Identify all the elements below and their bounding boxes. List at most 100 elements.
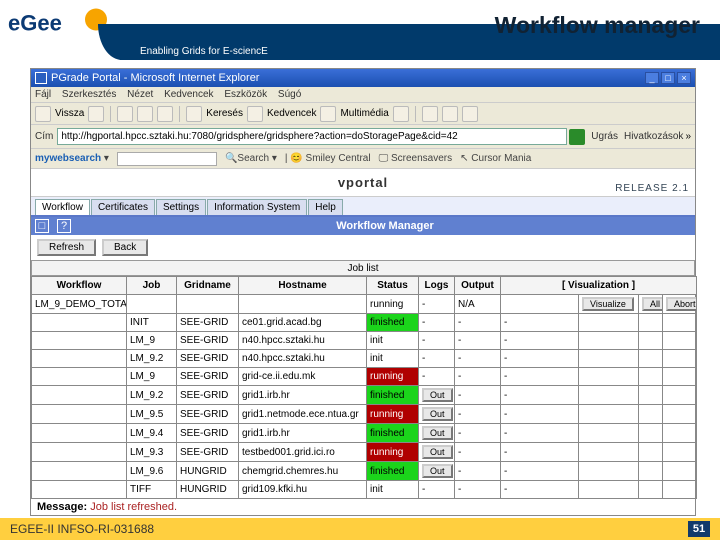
mail-icon[interactable]: [422, 106, 438, 122]
out-button[interactable]: Out: [422, 445, 453, 459]
menu-help[interactable]: Súgó: [278, 89, 301, 100]
menu-view[interactable]: Nézet: [127, 89, 153, 100]
help-icon[interactable]: ?: [57, 219, 71, 233]
out-button[interactable]: Out: [422, 388, 453, 402]
tab-help[interactable]: Help: [308, 199, 343, 215]
refresh-button[interactable]: Refresh: [37, 239, 96, 256]
cell-logs: Out: [419, 462, 455, 481]
all-button[interactable]: All: [642, 297, 663, 311]
cell-hostname: n40.hpcc.sztaki.hu: [239, 332, 367, 350]
forward-icon[interactable]: [88, 106, 104, 122]
links-label[interactable]: Hivatkozások: [624, 131, 683, 142]
cell-vis: -: [501, 481, 579, 499]
search-label[interactable]: Keresés: [206, 108, 243, 119]
address-input[interactable]: [57, 128, 567, 145]
search-icon[interactable]: [186, 106, 202, 122]
out-button[interactable]: Out: [422, 426, 453, 440]
cell-gridname: SEE-GRID: [177, 443, 239, 462]
cell-vis: -: [501, 332, 579, 350]
menu-edit[interactable]: Szerkesztés: [62, 89, 116, 100]
tab-workflow[interactable]: Workflow: [35, 199, 90, 215]
close-button[interactable]: ×: [677, 72, 691, 84]
table-row: LM_9_DEMO_TOTALrunning-N/AVisualizeAllAb…: [32, 295, 697, 314]
go-button[interactable]: [569, 129, 585, 145]
abort-button[interactable]: Abort: [666, 297, 697, 311]
cell-output: -: [455, 350, 501, 368]
menu-bar[interactable]: Fájl Szerkesztés Nézet Kedvencek Eszközö…: [31, 87, 695, 103]
minimize-button[interactable]: _: [645, 72, 659, 84]
out-button[interactable]: Out: [422, 407, 453, 421]
portal-name: vportal: [338, 175, 388, 190]
cell-output: -: [455, 405, 501, 424]
menu-favorites[interactable]: Kedvencek: [164, 89, 213, 100]
cell-vis4: [663, 386, 697, 405]
cell-vis: -: [501, 443, 579, 462]
table-row: LM_9.5SEE-GRIDgrid1.netmode.ece.ntua.grr…: [32, 405, 697, 424]
visualize-button[interactable]: Visualize: [582, 297, 634, 311]
print-icon[interactable]: [442, 106, 458, 122]
back-label[interactable]: Vissza: [55, 108, 84, 119]
stop-icon[interactable]: [117, 106, 133, 122]
out-button[interactable]: Out: [422, 464, 453, 478]
cell-hostname: chemgrid.chemres.hu: [239, 462, 367, 481]
cell-vis4: [663, 332, 697, 350]
tab-information-system[interactable]: Information System: [207, 199, 307, 215]
cell-gridname: SEE-GRID: [177, 386, 239, 405]
cell-logs: Out: [419, 424, 455, 443]
screensavers-link[interactable]: Screensavers: [391, 153, 452, 164]
tab-certificates[interactable]: Certificates: [91, 199, 155, 215]
smiley-central-link[interactable]: Smiley Central: [306, 153, 371, 164]
address-bar: Cím Ugrás Hivatkozások »: [31, 125, 695, 149]
back-button[interactable]: Back: [102, 239, 148, 256]
cell-vis3: [639, 481, 663, 499]
col-logs: Logs: [419, 277, 455, 295]
cell-output: -: [455, 386, 501, 405]
action-row: Refresh Back: [31, 235, 695, 260]
menu-file[interactable]: Fájl: [35, 89, 51, 100]
cell-job: [127, 295, 177, 314]
slide-title: Workflow manager: [495, 12, 700, 39]
cell-job: LM_9.5: [127, 405, 177, 424]
tab-settings[interactable]: Settings: [156, 199, 206, 215]
favorites-icon[interactable]: [247, 106, 263, 122]
edit-icon[interactable]: [462, 106, 478, 122]
release-label: RELEASE 2.1: [615, 183, 689, 194]
cell-vis4: [663, 368, 697, 386]
mywebsearch-input[interactable]: [117, 152, 217, 166]
cell-vis3: [639, 443, 663, 462]
cursor-mania-link[interactable]: Cursor Mania: [471, 153, 531, 164]
cell-vis: -: [501, 462, 579, 481]
favorites-label[interactable]: Kedvencek: [267, 108, 316, 119]
go-label[interactable]: Ugrás: [591, 131, 618, 142]
cell-logs: -: [419, 295, 455, 314]
portal-tabs: Workflow Certificates Settings Informati…: [31, 197, 695, 217]
menu-tools[interactable]: Eszközök: [224, 89, 267, 100]
media-label[interactable]: Multimédia: [340, 108, 388, 119]
cell-vis3: [639, 386, 663, 405]
cell-vis-spacer: [501, 295, 579, 314]
cell-status: running: [367, 368, 419, 386]
cell-vis2: [579, 481, 639, 499]
cell-job: LM_9: [127, 332, 177, 350]
cell-gridname: SEE-GRID: [177, 332, 239, 350]
cell-workflow: [32, 386, 127, 405]
refresh-icon[interactable]: [137, 106, 153, 122]
cell-job: INIT: [127, 314, 177, 332]
maximize-button[interactable]: □: [661, 72, 675, 84]
table-row: LM_9SEE-GRIDn40.hpcc.sztaki.huinit---: [32, 332, 697, 350]
home-icon[interactable]: [157, 106, 173, 122]
cell-workflow: [32, 332, 127, 350]
history-icon[interactable]: [393, 106, 409, 122]
media-icon[interactable]: [320, 106, 336, 122]
cell-vis: -: [501, 350, 579, 368]
cell-vis3: [639, 332, 663, 350]
back-icon[interactable]: [35, 106, 51, 122]
cell-hostname: grid1.irb.hr: [239, 386, 367, 405]
collapse-icon[interactable]: □: [35, 219, 49, 233]
cell-hostname: grid1.netmode.ece.ntua.gr: [239, 405, 367, 424]
window-titlebar[interactable]: PGrade Portal - Microsoft Internet Explo…: [31, 69, 695, 87]
mywebsearch-search-btn[interactable]: 🔍Search ▾: [225, 153, 277, 164]
cell-vis3: [639, 368, 663, 386]
cell-status: finished: [367, 424, 419, 443]
cell-job: LM_9: [127, 368, 177, 386]
